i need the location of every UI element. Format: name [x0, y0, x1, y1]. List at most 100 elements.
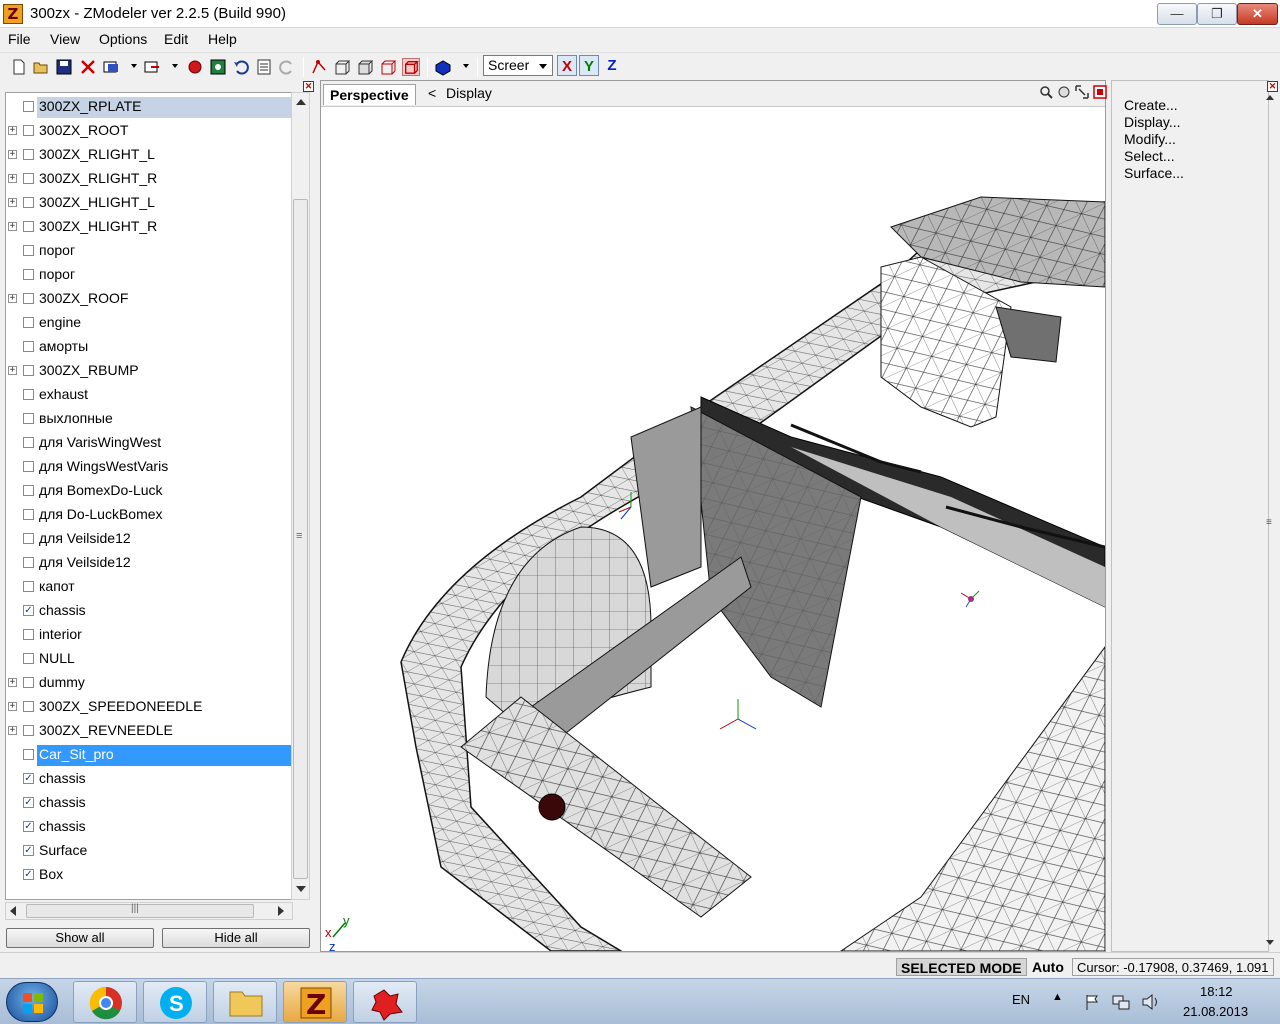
command-surface[interactable]: Surface...	[1124, 165, 1184, 181]
coordinate-system-select[interactable]: Screer	[483, 55, 553, 76]
tree-item[interactable]: выхлопные	[6, 407, 292, 431]
tree-item[interactable]: для Veilside12	[6, 551, 292, 575]
visibility-checkbox[interactable]	[23, 341, 34, 352]
tree-item[interactable]: +300ZX_RLIGHT_L	[6, 143, 292, 167]
taskbar-chrome[interactable]	[73, 981, 137, 1023]
expand-plus-icon[interactable]: +	[8, 198, 17, 207]
visibility-checkbox[interactable]	[23, 701, 34, 712]
tree-item[interactable]: порог	[6, 263, 292, 287]
tree-item[interactable]: Car_Sit_pro	[6, 743, 292, 767]
menu-help[interactable]: Help	[208, 31, 237, 47]
show-all-button[interactable]: Show all	[6, 928, 154, 948]
visibility-checkbox-checked[interactable]: ✓	[23, 605, 34, 616]
tree-vertical-scrollbar[interactable]: ≡	[291, 92, 310, 900]
start-button[interactable]	[6, 982, 58, 1022]
zoom-icon[interactable]	[1039, 85, 1053, 99]
undo-icon[interactable]	[232, 58, 250, 76]
select-polygon-icon[interactable]	[333, 58, 351, 76]
tree-item[interactable]: +300ZX_RLIGHT_R	[6, 167, 292, 191]
expand-plus-icon[interactable]: +	[8, 678, 17, 687]
tree-item[interactable]: ✓ Surface	[6, 839, 292, 863]
zmodeler-app-icon[interactable]: Z	[3, 4, 23, 24]
tree-item[interactable]: +300ZX_SPEEDONEEDLE	[6, 695, 292, 719]
axis-y-toggle[interactable]: Y	[579, 55, 599, 76]
scroll-up-arrow-icon[interactable]	[1266, 95, 1274, 100]
menu-options[interactable]: Options	[99, 31, 147, 47]
tree-item[interactable]: для Veilside12	[6, 527, 292, 551]
menu-edit[interactable]: Edit	[164, 31, 188, 47]
visibility-checkbox[interactable]	[23, 557, 34, 568]
expand-plus-icon[interactable]: +	[8, 150, 17, 159]
visibility-checkbox-checked[interactable]: ✓	[23, 797, 34, 808]
record-icon[interactable]	[186, 58, 204, 76]
scroll-left-arrow-icon[interactable]	[10, 906, 16, 916]
visibility-checkbox[interactable]	[23, 413, 34, 424]
select-all-icon[interactable]	[402, 58, 420, 76]
expand-plus-icon[interactable]: +	[8, 366, 17, 375]
viewport-perspective[interactable]: Perspective < Display y x z	[320, 80, 1107, 952]
visibility-checkbox[interactable]	[23, 485, 34, 496]
language-indicator[interactable]: EN	[1012, 992, 1030, 1007]
material-icon[interactable]	[434, 58, 452, 76]
tree-item[interactable]: interior	[6, 623, 292, 647]
tree-item[interactable]: для BomexDo-Luck	[6, 479, 292, 503]
close-icon[interactable]: ✕	[303, 81, 314, 92]
scroll-up-arrow-icon[interactable]	[296, 99, 306, 105]
visibility-checkbox[interactable]	[23, 509, 34, 520]
scroll-down-arrow-icon[interactable]	[1266, 940, 1274, 945]
menu-file[interactable]: File	[8, 31, 31, 47]
visibility-checkbox[interactable]	[23, 629, 34, 640]
material-dropdown-arrow[interactable]	[463, 64, 469, 68]
expand-plus-icon[interactable]: +	[8, 294, 17, 303]
tree-item[interactable]: ✓ Box	[6, 863, 292, 887]
display-label[interactable]: Display	[446, 85, 492, 101]
tree-item[interactable]: капот	[6, 575, 292, 599]
tree-horizontal-scrollbar[interactable]: |||	[5, 902, 293, 920]
axis-x-toggle[interactable]: X	[557, 55, 577, 76]
axis-z-toggle[interactable]: Z	[602, 55, 622, 76]
taskbar-zmodeler[interactable]: Z	[283, 981, 347, 1023]
scene-3d-render[interactable]: y x z	[321, 107, 1105, 951]
visibility-checkbox[interactable]	[23, 293, 34, 304]
tree-item[interactable]: +300ZX_REVNEEDLE	[6, 719, 292, 743]
visibility-checkbox[interactable]	[23, 581, 34, 592]
tree-item[interactable]: для WingsWestVaris	[6, 455, 292, 479]
fit-view-icon[interactable]	[1075, 85, 1089, 99]
action-center-flag-icon[interactable]	[1083, 993, 1101, 1011]
visibility-checkbox[interactable]	[23, 533, 34, 544]
import-dropdown-arrow[interactable]	[131, 64, 137, 68]
taskbar-explorer[interactable]	[213, 981, 277, 1023]
expand-plus-icon[interactable]: +	[8, 726, 17, 735]
expand-plus-icon[interactable]: +	[8, 702, 17, 711]
taskbar-game[interactable]	[353, 981, 417, 1023]
properties-icon[interactable]	[255, 58, 273, 76]
export-dropdown-arrow[interactable]	[172, 64, 178, 68]
visibility-checkbox[interactable]	[23, 389, 34, 400]
visibility-checkbox[interactable]	[23, 173, 34, 184]
clock-date[interactable]: 21.08.2013	[1183, 1004, 1248, 1019]
minimize-button[interactable]: —	[1157, 3, 1197, 25]
redo-icon[interactable]	[278, 58, 296, 76]
expand-plus-icon[interactable]: +	[8, 126, 17, 135]
visibility-checkbox[interactable]	[23, 749, 34, 760]
visibility-checkbox-checked[interactable]: ✓	[23, 773, 34, 784]
visibility-checkbox[interactable]	[23, 245, 34, 256]
visibility-checkbox-checked[interactable]: ✓	[23, 869, 34, 880]
tab-perspective[interactable]: Perspective	[323, 84, 416, 105]
visibility-checkbox[interactable]	[23, 365, 34, 376]
visibility-checkbox[interactable]	[23, 725, 34, 736]
tree-item[interactable]: NULL	[6, 647, 292, 671]
select-box-icon[interactable]	[379, 58, 397, 76]
scroll-down-arrow-icon[interactable]	[296, 886, 306, 892]
visibility-checkbox[interactable]	[23, 101, 34, 112]
back-arrow-icon[interactable]: <	[428, 85, 436, 101]
tree-item[interactable]: exhaust	[6, 383, 292, 407]
tree-item[interactable]: для Do-LuckBomex	[6, 503, 292, 527]
tree-item[interactable]: +300ZX_ROOT	[6, 119, 292, 143]
command-create[interactable]: Create...	[1124, 97, 1178, 113]
close-button[interactable]: ✕	[1237, 3, 1278, 25]
visibility-checkbox[interactable]	[23, 269, 34, 280]
visibility-checkbox[interactable]	[23, 149, 34, 160]
taskbar-skype[interactable]: S	[143, 981, 207, 1023]
command-select[interactable]: Select...	[1124, 148, 1175, 164]
